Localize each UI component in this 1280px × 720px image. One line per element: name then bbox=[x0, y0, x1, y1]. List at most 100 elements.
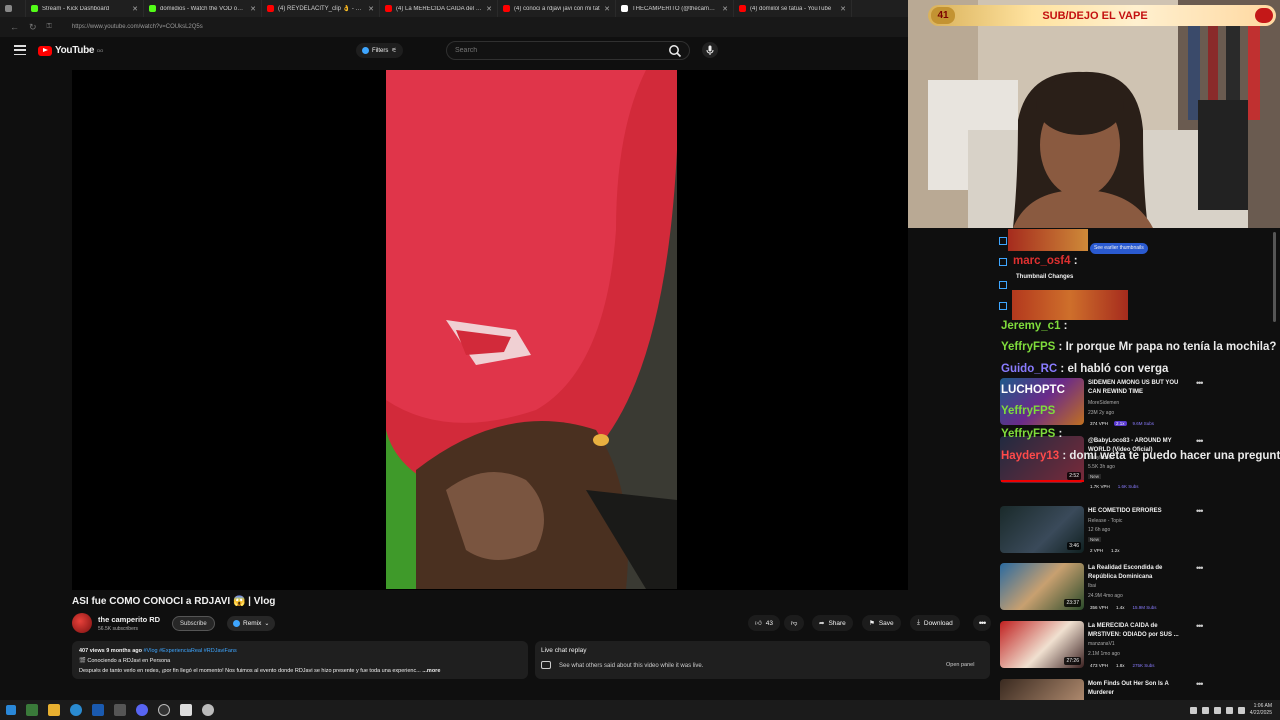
show-more-link[interactable]: ...more bbox=[422, 668, 440, 674]
vph-badge: 374 VPH bbox=[1090, 421, 1109, 426]
chat-username[interactable]: Guido_RC bbox=[1001, 363, 1057, 375]
more-options-icon[interactable]: ••• bbox=[1196, 563, 1204, 573]
browser-tab[interactable]: (4) conoci a rdjavi javi con mi tat ✕ bbox=[498, 0, 616, 17]
video-thumbnail[interactable]: 23:37 bbox=[1000, 563, 1084, 610]
calendar-icon[interactable] bbox=[180, 704, 192, 716]
volume-icon[interactable] bbox=[1225, 706, 1233, 714]
sidebar-scrollbar[interactable] bbox=[1273, 232, 1276, 322]
more-options-icon[interactable]: ••• bbox=[1196, 679, 1204, 689]
chat-username[interactable]: YeffryFPS bbox=[1001, 341, 1055, 353]
menu-icon[interactable] bbox=[14, 45, 26, 55]
chat-username[interactable]: YeffryFPS bbox=[1001, 405, 1055, 417]
browser-tab[interactable]: (4) domiilol se tatua - YouTube ✕ bbox=[734, 0, 852, 17]
app-icon[interactable] bbox=[202, 704, 214, 716]
remix-button[interactable]: Remix ⌄ bbox=[227, 616, 276, 631]
close-icon[interactable]: ✕ bbox=[486, 5, 492, 13]
browser-tab[interactable]: (4) La MERECIDA CAÍDA del PAD ✕ bbox=[380, 0, 498, 17]
channel-avatar[interactable] bbox=[72, 613, 92, 633]
chevron-up-icon[interactable] bbox=[1189, 706, 1197, 714]
channel-name[interactable]: the camperito RD bbox=[98, 615, 160, 624]
chat-username[interactable]: Jeremy_c1 bbox=[1001, 320, 1060, 332]
discord-icon[interactable] bbox=[136, 704, 148, 716]
app-icon[interactable] bbox=[114, 704, 126, 716]
browser-tab[interactable]: domiidios - Watch the VOD on Ki ✕ bbox=[144, 0, 262, 17]
back-icon[interactable]: ← bbox=[10, 22, 19, 32]
browser-tab[interactable]: (4) REYDELACITY_clip 👌 - YouTu ✕ bbox=[262, 0, 380, 17]
close-icon[interactable]: ✕ bbox=[132, 5, 138, 13]
more-actions-button[interactable]: ••• bbox=[973, 615, 991, 631]
close-icon[interactable]: ✕ bbox=[604, 5, 610, 13]
search-input[interactable] bbox=[455, 47, 635, 54]
video-frame[interactable] bbox=[386, 70, 677, 589]
save-button[interactable]: ⚑ Save bbox=[862, 615, 901, 631]
thumbs-down-icon: 👎︎ bbox=[790, 620, 798, 627]
share-button[interactable]: ➦ Share bbox=[812, 615, 853, 631]
chat-username[interactable]: YeffryFPS bbox=[1001, 428, 1055, 440]
clock[interactable]: 1:06 AM 4/22/2025 bbox=[1250, 703, 1272, 717]
video-title[interactable]: La MERECIDA CAÍDA de MRSTIVEN: ODIADO po… bbox=[1088, 622, 1192, 640]
hashtags[interactable]: #Vlog #ExperienciaReal #RDJaviFans bbox=[144, 648, 237, 654]
webcam-image bbox=[908, 0, 1280, 228]
mic-icon[interactable] bbox=[702, 42, 718, 58]
app-icon[interactable] bbox=[26, 704, 38, 716]
thumbs-up-icon: 👍︎ bbox=[755, 620, 762, 627]
filters-button[interactable]: Filters ⚟ bbox=[356, 43, 403, 58]
close-icon[interactable]: ✕ bbox=[840, 5, 846, 13]
video-thumbnail[interactable]: 3:46 bbox=[1000, 506, 1084, 553]
subscribe-button[interactable]: Subscribe bbox=[172, 616, 215, 631]
chat-message: marc_osf4 : bbox=[1013, 255, 1078, 267]
close-icon[interactable]: ✕ bbox=[722, 5, 728, 13]
chat-username[interactable]: marc_osf4 bbox=[1013, 255, 1071, 267]
video-thumbnail[interactable] bbox=[1000, 679, 1084, 700]
remix-label: Remix bbox=[243, 620, 262, 627]
recommended-video[interactable]: 27:26 La MERECIDA CAÍDA de MRSTIVEN: ODI… bbox=[1000, 621, 1210, 673]
site-info-icon[interactable]: ⚿ bbox=[47, 23, 52, 31]
address-bar: ← ↻ ⚿ https://www.youtube.com/watch?v=CO… bbox=[0, 17, 908, 37]
chevron-down-icon: ⌄ bbox=[264, 621, 270, 627]
folder-icon[interactable] bbox=[48, 704, 60, 716]
youtube-logo[interactable]: YouTube DO bbox=[38, 45, 103, 56]
close-icon[interactable]: ✕ bbox=[250, 5, 256, 13]
recommended-video[interactable]: Mom Finds Out Her Son Is A Murderer ••• bbox=[1000, 679, 1210, 700]
like-count: 43 bbox=[765, 619, 774, 627]
more-options-icon[interactable]: ••• bbox=[1196, 378, 1204, 388]
obs-icon[interactable] bbox=[158, 704, 170, 716]
outlook-icon[interactable] bbox=[92, 704, 104, 716]
recommended-video[interactable]: 3:46 HE COMETIDO ERRORES Release - Topic… bbox=[1000, 506, 1210, 558]
more-options-icon[interactable]: ••• bbox=[1196, 621, 1204, 631]
recommended-video[interactable]: 23:37 La Realidad Escondida de República… bbox=[1000, 563, 1210, 615]
duration-badge: 3:46 bbox=[1067, 542, 1081, 550]
video-title[interactable]: Mom Finds Out Her Son Is A Murderer bbox=[1088, 680, 1192, 698]
battery-icon[interactable] bbox=[1237, 706, 1245, 714]
download-button[interactable]: ⤓ Download bbox=[910, 615, 960, 631]
video-title[interactable]: La Realidad Escondida de República Domin… bbox=[1088, 564, 1192, 582]
like-button[interactable]: 👍︎ 43 bbox=[748, 615, 781, 631]
url-field[interactable]: https://www.youtube.com/watch?v=COUksL2Q… bbox=[72, 24, 203, 30]
chat-text: el habló con verga bbox=[1067, 363, 1169, 375]
browser-tab[interactable]: THECAMPERITO (@thecamperito ✕ bbox=[616, 0, 734, 17]
video-title[interactable]: HE COMETIDO ERRORES bbox=[1088, 507, 1192, 516]
mic-tray-icon[interactable] bbox=[1201, 706, 1209, 714]
dislike-button[interactable]: 👎︎ bbox=[784, 615, 804, 631]
verified-badge-icon bbox=[999, 258, 1007, 266]
description-box[interactable]: 407 views 9 months ago #Vlog #Experienci… bbox=[72, 641, 528, 679]
start-icon[interactable] bbox=[6, 705, 16, 715]
more-options-icon[interactable]: ••• bbox=[1196, 506, 1204, 516]
browser-icon[interactable] bbox=[70, 704, 82, 716]
search-icon[interactable] bbox=[668, 44, 682, 58]
chat-username[interactable]: Haydery13 bbox=[1001, 450, 1059, 462]
description-text: Después de tanto verlo en redes, ¡por fi… bbox=[79, 668, 421, 674]
video-title[interactable]: SIDEMEN AMONG US BUT YOU CAN REWIND TIME bbox=[1088, 379, 1192, 397]
chat-username[interactable]: LUCHOPTC bbox=[1001, 384, 1065, 396]
reload-icon[interactable]: ↻ bbox=[29, 22, 37, 33]
tab-0[interactable] bbox=[0, 0, 26, 17]
network-icon[interactable] bbox=[1213, 706, 1221, 714]
video-thumbnail[interactable]: 27:26 bbox=[1000, 621, 1084, 668]
more-options-icon[interactable]: ••• bbox=[1196, 436, 1204, 446]
see-thumbnails-button[interactable]: See earlier thumbnails bbox=[1090, 243, 1148, 254]
search-box[interactable] bbox=[446, 41, 690, 60]
tiktok-icon bbox=[621, 5, 628, 12]
browser-tab[interactable]: Stream - Kick Dashboard ✕ bbox=[26, 0, 144, 17]
open-panel-button[interactable]: Open panel bbox=[946, 662, 974, 668]
close-icon[interactable]: ✕ bbox=[368, 5, 374, 13]
